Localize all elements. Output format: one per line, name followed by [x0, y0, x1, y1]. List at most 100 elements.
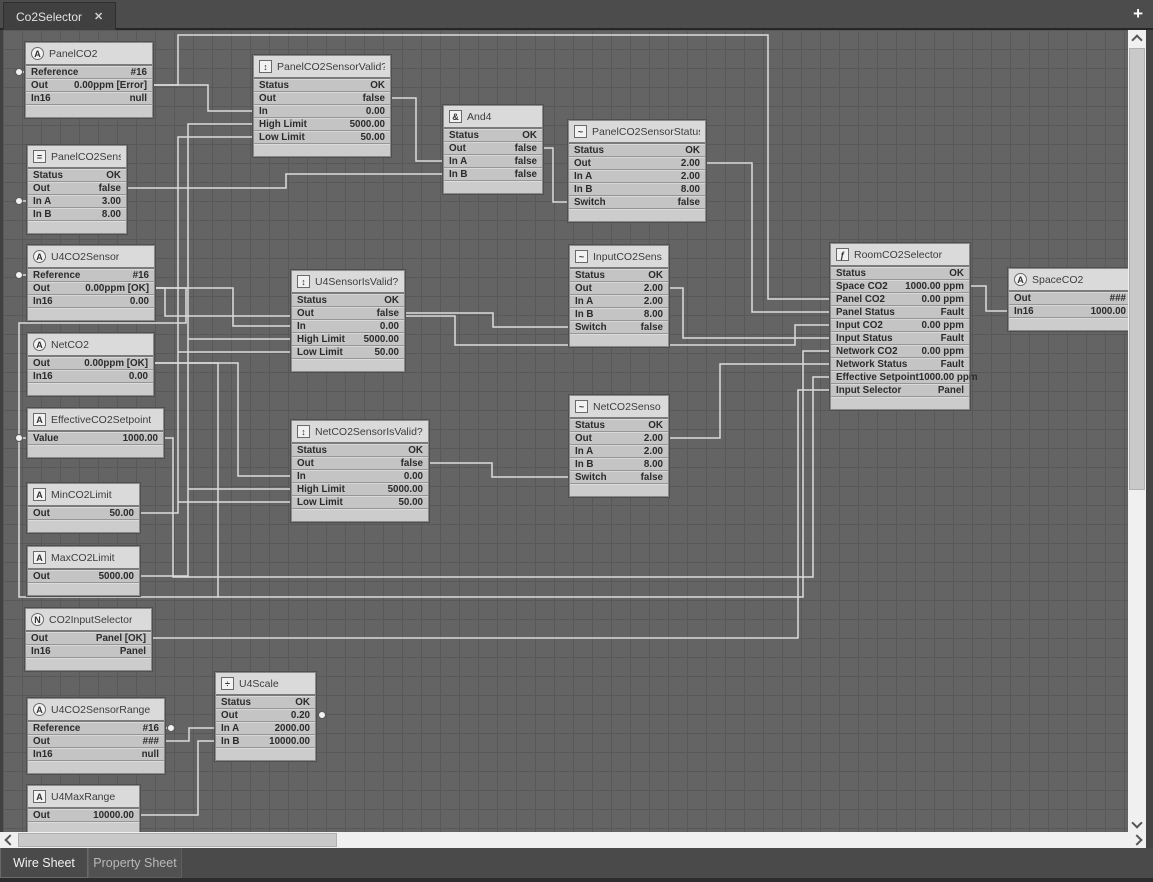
block-row[interactable]: In0.00 [292, 320, 404, 333]
block-row[interactable]: In B8.00 [570, 458, 668, 471]
block-row[interactable]: In B8.00 [28, 208, 126, 221]
block-row[interactable]: In A2.00 [569, 170, 705, 183]
block-row[interactable]: Out10000.00 [28, 809, 139, 822]
block-row[interactable]: Reference#16 [28, 269, 154, 282]
block-header[interactable]: AU4CO2Sensor [28, 246, 154, 269]
block-row[interactable]: Out0.00ppm [OK] [28, 357, 153, 370]
block-row[interactable]: Reference#16 [28, 722, 164, 735]
block-row[interactable]: In160.00 [28, 295, 154, 308]
vertical-scrollbar[interactable] [1128, 30, 1146, 832]
block-row[interactable]: Low Limit50.00 [292, 346, 404, 359]
block-row[interactable]: Out2.00 [570, 282, 668, 295]
block-header[interactable]: ANetCO2 [28, 334, 153, 357]
block-effective-co2-setpoint[interactable]: AEffectiveCO2SetpointValue1000.00 [27, 408, 164, 458]
block-header[interactable]: &And4 [444, 106, 542, 129]
block-row[interactable]: OutPanel [OK] [26, 632, 151, 645]
block-header[interactable]: ↕NetCO2SensorIsValid? [292, 421, 428, 444]
block-row[interactable]: StatusOK [292, 294, 404, 307]
block-row[interactable]: Out2.00 [569, 157, 705, 170]
block-row[interactable]: In B8.00 [570, 308, 668, 321]
block-row[interactable]: StatusOK [569, 144, 705, 157]
block-row[interactable]: StatusOK [254, 79, 390, 92]
block-row[interactable]: Out### [1009, 292, 1128, 305]
block-row[interactable]: High Limit5000.00 [292, 483, 428, 496]
wire-sheet-canvas[interactable]: APanelCO2Reference#16Out0.00ppm [Error]I… [0, 30, 1128, 832]
tab-property-sheet[interactable]: Property Sheet [88, 848, 182, 878]
block-row[interactable]: Out0.00ppm [OK] [28, 282, 154, 295]
block-header[interactable]: AMaxCO2Limit [28, 547, 139, 570]
block-header[interactable]: AMinCO2Limit [28, 484, 139, 507]
block-row[interactable]: Space CO21000.00 ppm [831, 280, 969, 293]
block-net-co2[interactable]: ANetCO2Out0.00ppm [OK]In160.00 [27, 333, 154, 396]
block-header[interactable]: ÷U4Scale [216, 673, 315, 696]
tab-wire-sheet[interactable]: Wire Sheet [0, 848, 88, 878]
block-row[interactable]: StatusOK [292, 444, 428, 457]
block-row[interactable]: Out### [28, 735, 164, 748]
block-panel-co2-sensor-valid[interactable]: ↕PanelCO2SensorValid?StatusOKOutfalseIn0… [253, 55, 391, 157]
block-panel-co2-sens[interactable]: =PanelCO2Sens...StatusOKOutfalseIn A3.00… [27, 145, 127, 234]
block-row[interactable]: Outfalse [28, 182, 126, 195]
block-max-co2-limit[interactable]: AMaxCO2LimitOut5000.00 [27, 546, 140, 596]
vertical-scroll-thumb[interactable] [1129, 48, 1145, 490]
block-row[interactable]: StatusOK [570, 269, 668, 282]
block-panel-co2[interactable]: APanelCO2Reference#16Out0.00ppm [Error]I… [25, 42, 153, 118]
block-header[interactable]: APanelCO2 [26, 43, 152, 66]
horizontal-scrollbar[interactable] [0, 832, 1146, 848]
block-header[interactable]: ↕U4SensorIsValid? [292, 271, 404, 294]
block-row[interactable]: Outfalse [444, 142, 542, 155]
block-row[interactable]: In16null [28, 748, 164, 761]
block-row[interactable]: Outfalse [292, 307, 404, 320]
block-row[interactable]: Out0.20 [216, 709, 315, 722]
block-row[interactable]: In A3.00 [28, 195, 126, 208]
block-row[interactable]: StatusOK [216, 696, 315, 709]
block-row[interactable]: Input CO20.00 ppm [831, 319, 969, 332]
block-row[interactable]: High Limit5000.00 [254, 118, 390, 131]
block-row[interactable]: In161000.00 [1009, 305, 1128, 318]
block-row[interactable]: In Afalse [444, 155, 542, 168]
block-row[interactable]: In0.00 [254, 105, 390, 118]
block-header[interactable]: ↕PanelCO2SensorValid? [254, 56, 390, 79]
block-row[interactable]: Low Limit50.00 [254, 131, 390, 144]
block-row[interactable]: Outfalse [292, 457, 428, 470]
block-row[interactable]: In B8.00 [569, 183, 705, 196]
block-header[interactable]: ~PanelCO2SensorStatus [569, 121, 705, 144]
block-row[interactable]: Panel CO20.00 ppm [831, 293, 969, 306]
block-row[interactable]: Out2.00 [570, 432, 668, 445]
block-row[interactable]: In0.00 [292, 470, 428, 483]
scroll-up-button[interactable] [1129, 30, 1145, 46]
block-row[interactable]: StatusOK [570, 419, 668, 432]
block-header[interactable]: AU4MaxRange [28, 786, 139, 809]
block-u4-max-range[interactable]: AU4MaxRangeOut10000.00 [27, 785, 140, 832]
tab-co2selector[interactable]: Co2Selector ✕ [3, 2, 116, 30]
block-row[interactable]: Effective Setpoint1000.00 ppm [831, 371, 969, 384]
block-header[interactable]: ƒRoomCO2Selector [831, 244, 969, 267]
block-row[interactable]: In160.00 [28, 370, 153, 383]
block-room-co2-selector[interactable]: ƒRoomCO2SelectorStatusOKSpace CO21000.00… [830, 243, 970, 410]
block-u4-scale[interactable]: ÷U4ScaleStatusOKOut0.20In A2000.00In B10… [215, 672, 316, 761]
block-row[interactable]: In16null [26, 92, 152, 105]
block-header[interactable]: AU4CO2SensorRange [28, 699, 164, 722]
scroll-left-button[interactable] [0, 832, 16, 848]
block-row[interactable]: StatusOK [444, 129, 542, 142]
block-row[interactable]: Panel StatusFault [831, 306, 969, 319]
block-header[interactable]: =PanelCO2Sens... [28, 146, 126, 169]
block-panel-co2-sensor-status[interactable]: ~PanelCO2SensorStatusStatusOKOut2.00In A… [568, 120, 706, 222]
block-row[interactable]: In16Panel [26, 645, 151, 658]
scroll-right-button[interactable] [1130, 832, 1146, 848]
block-header[interactable]: ~InputCO2Sens... [570, 246, 668, 269]
block-row[interactable]: Input SelectorPanel [831, 384, 969, 397]
block-u4-sensor-is-valid[interactable]: ↕U4SensorIsValid?StatusOKOutfalseIn0.00H… [291, 270, 405, 372]
scroll-down-button[interactable] [1129, 816, 1145, 832]
block-row[interactable]: Out50.00 [28, 507, 139, 520]
block-min-co2-limit[interactable]: AMinCO2LimitOut50.00 [27, 483, 140, 533]
block-row[interactable]: Out5000.00 [28, 570, 139, 583]
horizontal-scroll-thumb[interactable] [18, 833, 337, 847]
block-row[interactable]: Network CO20.00 ppm [831, 345, 969, 358]
block-row[interactable]: StatusOK [831, 267, 969, 280]
block-row[interactable]: In Bfalse [444, 168, 542, 181]
block-u4-co2-sensor[interactable]: AU4CO2SensorReference#16Out0.00ppm [OK]I… [27, 245, 155, 321]
block-header[interactable]: NCO2InputSelector [26, 609, 151, 632]
block-row[interactable]: Outfalse [254, 92, 390, 105]
block-row[interactable]: In A2.00 [570, 445, 668, 458]
block-row[interactable]: Network StatusFault [831, 358, 969, 371]
